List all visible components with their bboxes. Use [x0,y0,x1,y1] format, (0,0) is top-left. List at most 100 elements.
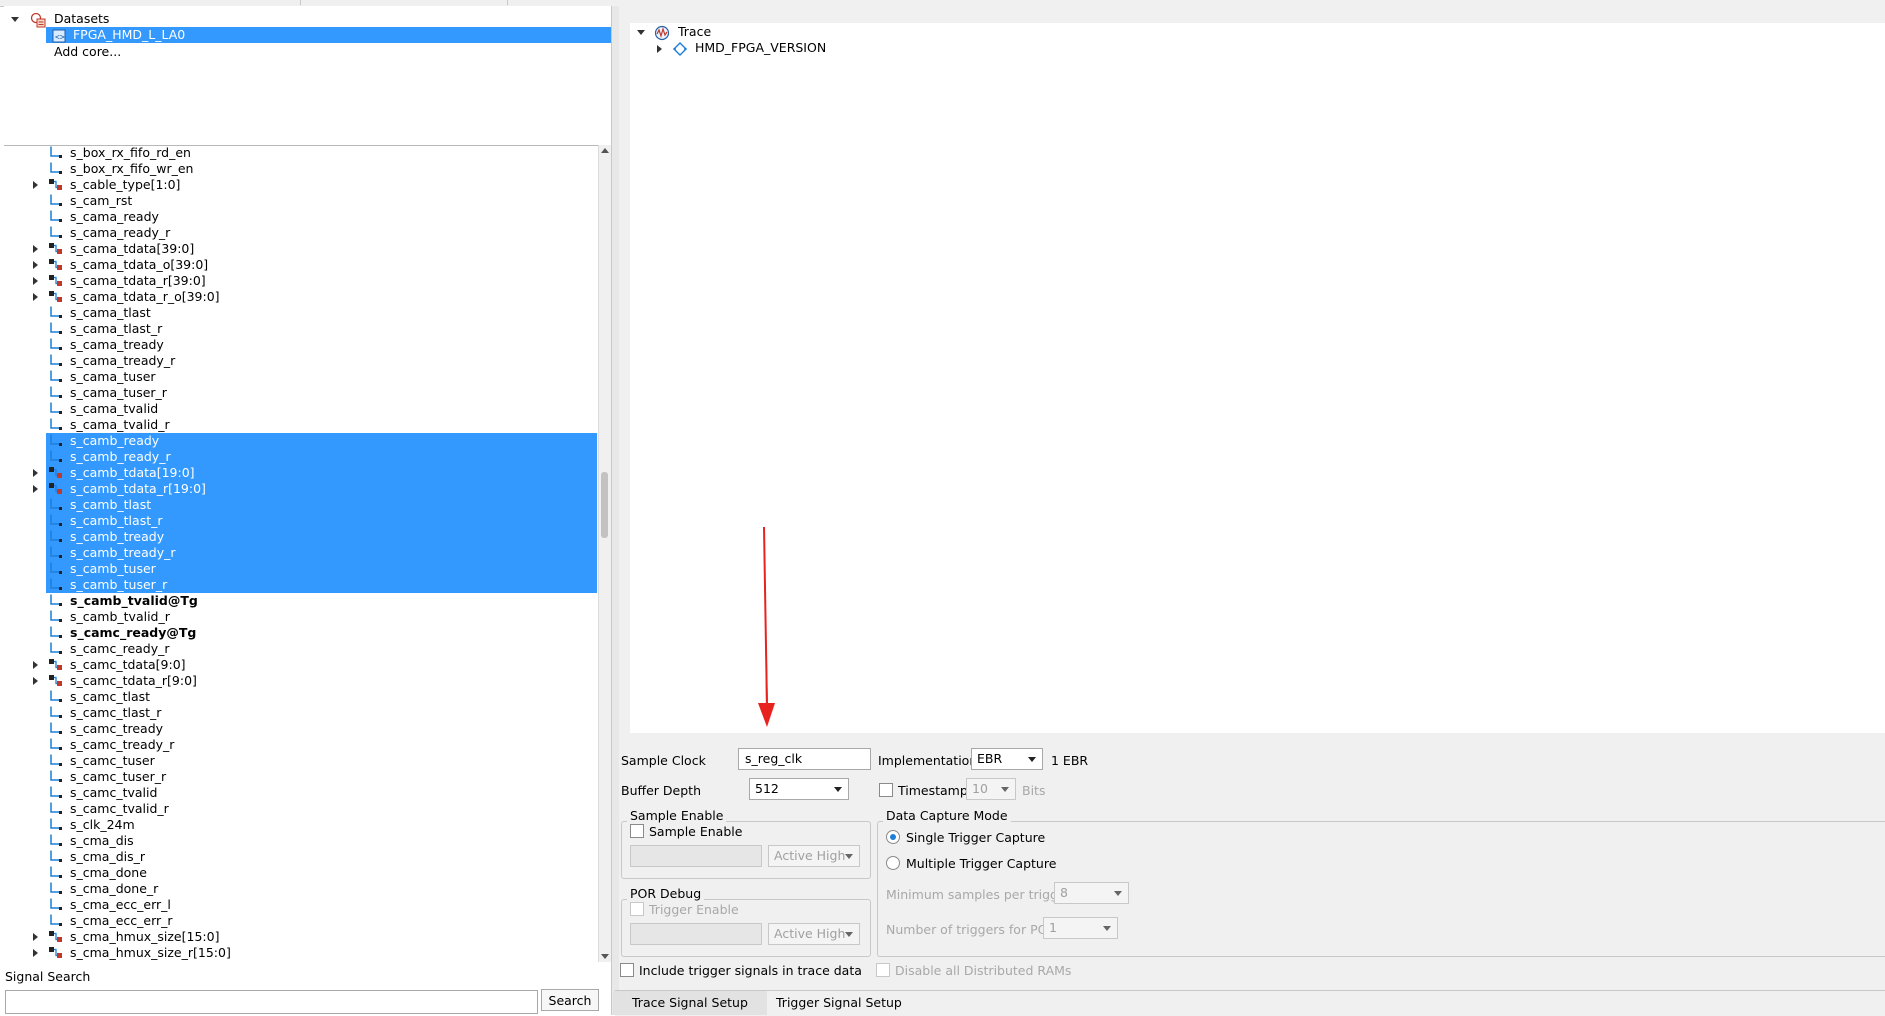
scroll-thumb[interactable] [601,472,608,538]
add-core-item[interactable]: Add core... [54,44,121,60]
signal-row[interactable]: s_camb_tvalid@Tg [4,593,597,609]
sample-clock-field[interactable]: s_reg_clk [738,748,871,770]
signal-row[interactable]: s_cama_tuser_r [4,385,597,401]
top-tab-1[interactable] [0,0,301,5]
include-trigger-signals-checkbox[interactable] [620,963,634,977]
expand-arrow-icon[interactable] [657,44,662,53]
signal-row[interactable]: s_cama_tready [4,337,597,353]
top-tab-2[interactable] [302,0,508,5]
signal-row[interactable]: s_cma_dis [4,833,597,849]
collapse-arrow-icon[interactable] [11,17,19,22]
signal-row[interactable]: s_camc_tuser [4,753,597,769]
signal-row[interactable]: s_cama_tdata_r_o[39:0] [4,289,597,305]
signal-row[interactable]: s_camb_ready_r [46,449,597,465]
collapse-arrow-icon[interactable] [637,30,645,35]
min-samples-select[interactable]: 8 [1054,882,1129,904]
signal-row[interactable]: s_box_rx_fifo_wr_en [4,161,597,177]
signal-row[interactable]: s_camb_tvalid_r [4,609,597,625]
timestamp-checkbox[interactable] [879,783,893,797]
core-item-fpga-hmd[interactable]: <> FPGA_HMD_L_LA0 [46,27,611,43]
disable-distributed-rams-checkbox[interactable] [876,963,890,977]
search-button[interactable]: Search [541,989,599,1011]
signal-row[interactable]: s_camc_tvalid [4,785,597,801]
signal-row[interactable]: s_cma_ecc_err_r [4,913,597,929]
signal-row[interactable]: s_camb_tdata[19:0] [33,465,597,481]
expand-arrow-icon[interactable] [33,485,38,493]
signal-row[interactable]: s_camb_tlast [46,497,597,513]
expand-arrow-icon[interactable] [33,933,38,941]
expand-arrow-icon[interactable] [33,661,38,669]
signal-row[interactable]: s_cama_tdata_r[39:0] [4,273,597,289]
signal-row[interactable]: s_cama_tready_r [4,353,597,369]
signal-name: s_clk_24m [70,817,135,832]
tab-trace-signal-setup[interactable]: Trace Signal Setup [613,991,767,1015]
signal-row[interactable]: s_cama_tvalid_r [4,417,597,433]
buffer-depth-select[interactable]: 512 [749,778,849,800]
signal-row[interactable]: s_camc_tdata_r[9:0] [4,673,597,689]
signal-row[interactable]: s_cama_tdata_o[39:0] [4,257,597,273]
signal-row[interactable]: s_camc_tlast [4,689,597,705]
signal-row[interactable]: s_cam_rst [4,193,597,209]
signal-row[interactable]: s_clk_24m [4,817,597,833]
signal-row[interactable]: s_camb_tuser [46,561,597,577]
signal-row[interactable]: s_camc_ready@Tg [4,625,597,641]
scroll-down-icon[interactable] [601,954,609,959]
signal-search-input[interactable] [5,990,538,1014]
signal-row[interactable]: s_camc_tuser_r [4,769,597,785]
trace-root[interactable]: Trace [637,24,711,40]
signal-row[interactable]: s_cama_tlast_r [4,321,597,337]
signal-row[interactable]: s_camc_tvalid_r [4,801,597,817]
signal-row[interactable]: s_cable_type[1:0] [4,177,597,193]
scroll-up-icon[interactable] [601,148,609,153]
signal-row[interactable]: s_cma_done [4,865,597,881]
signal-row[interactable]: s_camc_tready [4,721,597,737]
signal-row[interactable]: s_cama_ready [4,209,597,225]
multiple-trigger-radio[interactable] [886,856,900,870]
signal-row[interactable]: s_cma_done_r [4,881,597,897]
por-signal-field[interactable] [630,923,762,945]
expand-arrow-icon[interactable] [33,261,38,269]
timestamp-bits-select[interactable]: 10 [966,778,1016,800]
bus-signal-icon [49,467,62,478]
signal-row[interactable]: s_camb_tlast_r [46,513,597,529]
single-trigger-radio[interactable] [886,830,900,844]
signal-row[interactable]: s_cama_tlast [4,305,597,321]
tab-trigger-signal-setup[interactable]: Trigger Signal Setup [757,991,921,1015]
expand-arrow-icon[interactable] [33,293,38,301]
signal-row[interactable]: s_camb_tuser_r [46,577,597,593]
signal-row[interactable]: s_cma_ecc_err_l [4,897,597,913]
signal-row[interactable]: s_cama_tdata[39:0] [4,241,597,257]
sample-enable-signal-field[interactable] [630,845,762,867]
implementation-select[interactable]: EBR [971,748,1043,770]
signal-row[interactable]: s_cama_tuser [4,369,597,385]
signal-row[interactable]: s_camc_tdata[9:0] [4,657,597,673]
sample-enable-polarity-select[interactable]: Active High [768,845,860,867]
expand-arrow-icon[interactable] [33,245,38,253]
signal-row[interactable]: s_camb_tready_r [46,545,597,561]
expand-arrow-icon[interactable] [33,949,38,957]
por-polarity-select[interactable]: Active High [768,923,860,945]
signal-list[interactable]: s_box_rx_fifo_rd_en s_box_rx_fifo_wr_en s_… [4,145,597,962]
datasets-root[interactable]: Datasets [11,11,109,27]
signal-row[interactable]: s_camb_ready [46,433,597,449]
signal-row[interactable]: s_box_rx_fifo_rd_en [4,145,597,161]
expand-arrow-icon[interactable] [33,677,38,685]
signal-row[interactable]: s_cma_hmux_size_r[15:0] [4,945,597,961]
expand-arrow-icon[interactable] [33,469,38,477]
signal-row[interactable]: s_cma_hmux_size[15:0] [4,929,597,945]
trigger-enable-checkbox[interactable] [630,902,644,916]
num-triggers-select[interactable]: 1 [1043,917,1118,939]
signal-row[interactable]: s_cama_tvalid [4,401,597,417]
signal-row[interactable]: s_camc_tlast_r [4,705,597,721]
expand-arrow-icon[interactable] [33,181,38,189]
signal-row[interactable]: s_cma_dis_r [4,849,597,865]
signal-list-scrollbar[interactable] [598,145,612,962]
expand-arrow-icon[interactable] [33,277,38,285]
signal-row[interactable]: s_camc_ready_r [4,641,597,657]
signal-row[interactable]: s_camc_tready_r [4,737,597,753]
trace-child-hmd-fpga-version[interactable]: HMD_FPGA_VERSION [657,40,826,56]
signal-row[interactable]: s_camb_tready [46,529,597,545]
signal-row[interactable]: s_camb_tdata_r[19:0] [33,481,597,497]
signal-row[interactable]: s_cama_ready_r [4,225,597,241]
sample-enable-checkbox[interactable] [630,824,644,838]
